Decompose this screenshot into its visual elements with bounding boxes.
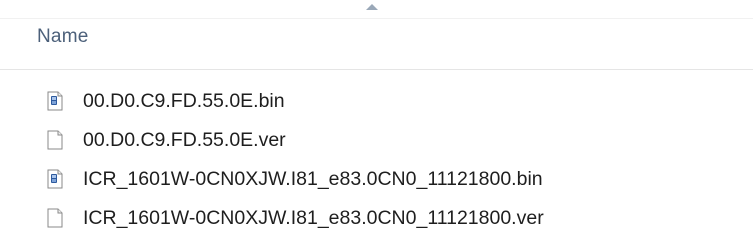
binary-file-icon [47,91,63,111]
file-row[interactable]: 00.D0.C9.FD.55.0E.ver [0,121,753,160]
column-header-name[interactable]: Name [37,26,88,48]
file-list: 00.D0.C9.FD.55.0E.bin 00.D0.C9.FD.55.0E.… [0,82,753,238]
file-row[interactable]: ICR_1601W-0CN0XJW.I81_e83.0CN0_11121800.… [0,160,753,199]
file-name: 00.D0.C9.FD.55.0E.bin [83,90,285,112]
file-row[interactable]: 00.D0.C9.FD.55.0E.bin [0,82,753,121]
file-name: ICR_1601W-0CN0XJW.I81_e83.0CN0_11121800.… [83,207,544,229]
file-row[interactable]: ICR_1601W-0CN0XJW.I81_e83.0CN0_11121800.… [0,199,753,238]
file-name: ICR_1601W-0CN0XJW.I81_e83.0CN0_11121800.… [83,168,543,190]
column-header-bar: Name [0,0,753,70]
file-name: 00.D0.C9.FD.55.0E.ver [83,129,286,151]
binary-file-icon [47,169,63,189]
blank-file-icon [47,130,63,150]
sort-ascending-icon[interactable] [366,4,378,10]
file-explorer-list: Name 00.D0.C9.FD.55.0E.bin 00.D0.C9.FD.5… [0,0,753,251]
blank-file-icon [47,208,63,228]
